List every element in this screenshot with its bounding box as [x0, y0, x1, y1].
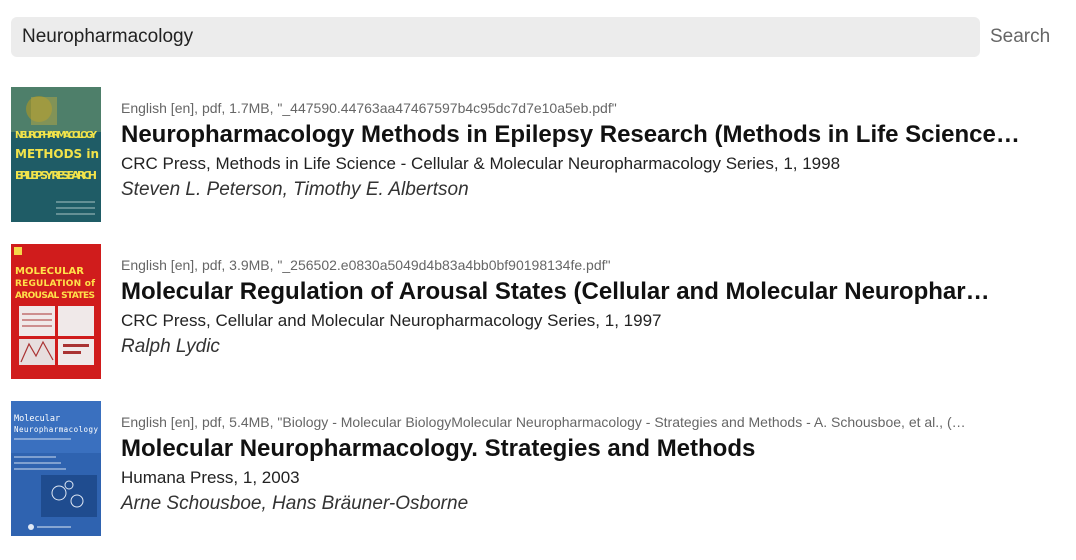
result-item[interactable]: Molecular Neuropharmacology English [en]… [11, 401, 1041, 558]
authors: Steven L. Peterson, Timothy E. Albertson [121, 179, 469, 200]
result-info: English [en], pdf, 3.9MB, "_256502.e0830… [121, 256, 1031, 360]
file-meta: English [en], pdf, 1.7MB, "_447590.44763… [121, 100, 617, 116]
cover-title-line: REGULATION of [15, 279, 95, 289]
publisher-info: CRC Press, Cellular and Molecular Neurop… [121, 311, 662, 330]
cover-title-line: EPILEPSY RESEARCH [15, 169, 97, 182]
cover-title-line: METHODS in [15, 147, 99, 161]
results-list: NEUROPHARMACOLOGY METHODS in EPILEPSY RE… [11, 87, 1041, 558]
cover-title-line: AROUSAL STATES [15, 291, 95, 301]
book-cover-image[interactable]: MOLECULAR REGULATION of AROUSAL STATES [11, 244, 101, 379]
book-cover-art: NEUROPHARMACOLOGY METHODS in EPILEPSY RE… [11, 87, 101, 222]
book-cover-art: Molecular Neuropharmacology [11, 401, 101, 536]
cover-title-line: MOLECULAR [15, 266, 84, 277]
result-title-link[interactable]: Neuropharmacology Methods in Epilepsy Re… [121, 120, 1031, 150]
authors: Ralph Lydic [121, 336, 220, 357]
result-info: English [en], pdf, 5.4MB, "Biology - Mol… [121, 413, 1031, 517]
book-cover-image[interactable]: NEUROPHARMACOLOGY METHODS in EPILEPSY RE… [11, 87, 101, 222]
file-meta: English [en], pdf, 5.4MB, "Biology - Mol… [121, 414, 966, 430]
publisher-info: CRC Press, Methods in Life Science - Cel… [121, 154, 841, 173]
result-info: English [en], pdf, 1.7MB, "_447590.44763… [121, 99, 1031, 203]
search-bar: Search [11, 17, 1071, 57]
result-title-link[interactable]: Molecular Neuropharmacology. Strategies … [121, 434, 1031, 464]
result-item[interactable]: MOLECULAR REGULATION of AROUSAL STATES E… [11, 244, 1041, 401]
search-input[interactable] [11, 17, 980, 57]
authors: Arne Schousboe, Hans Bräuner-Osborne [121, 493, 469, 514]
cover-title-line: Molecular [14, 414, 60, 424]
result-title-link[interactable]: Molecular Regulation of Arousal States (… [121, 277, 1031, 307]
search-button[interactable]: Search [990, 17, 1050, 57]
cover-title-line: Neuropharmacology [14, 425, 98, 434]
publisher-info: Humana Press, 1, 2003 [121, 468, 300, 487]
book-cover-image[interactable]: Molecular Neuropharmacology [11, 401, 101, 536]
cover-title-line: NEUROPHARMACOLOGY [15, 130, 97, 141]
file-meta: English [en], pdf, 3.9MB, "_256502.e0830… [121, 257, 611, 273]
result-item[interactable]: NEUROPHARMACOLOGY METHODS in EPILEPSY RE… [11, 87, 1041, 244]
book-cover-art: MOLECULAR REGULATION of AROUSAL STATES [11, 244, 101, 379]
